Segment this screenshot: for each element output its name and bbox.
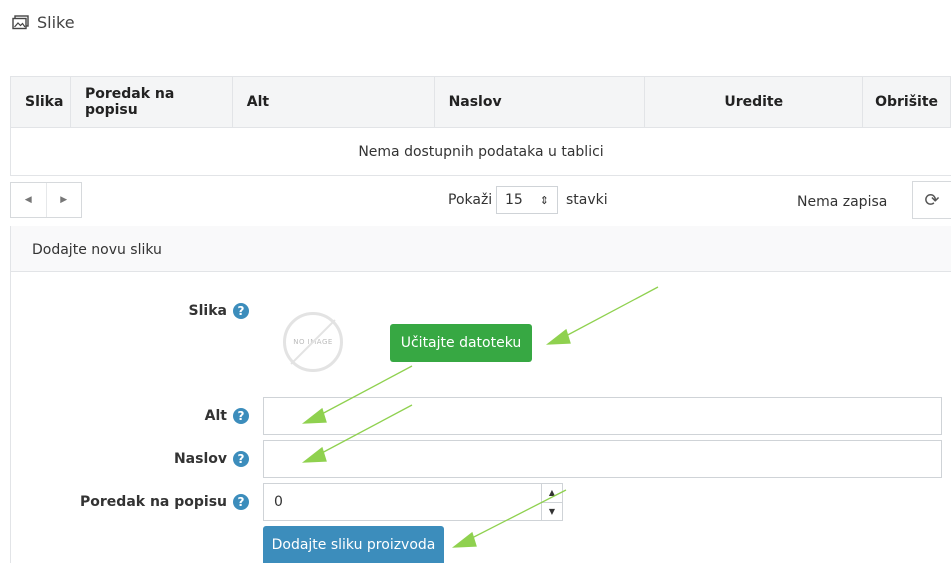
page-title: Slike <box>37 12 75 32</box>
add-product-image-button[interactable]: Dodajte sliku proizvoda <box>263 526 444 563</box>
column-header-naslov[interactable]: Naslov <box>435 77 646 127</box>
image-label: Slika ? <box>100 303 249 319</box>
order-label: Poredak na popisu ? <box>60 494 249 510</box>
order-label-text: Poredak na popisu <box>80 494 227 510</box>
column-header-slika[interactable]: Slika <box>11 77 71 127</box>
panel-title: Dodajte novu sliku <box>32 242 162 258</box>
caret-right-icon: ▶ <box>60 195 68 205</box>
page-size-value: 15 <box>505 192 523 208</box>
page-header: Slike <box>12 10 75 34</box>
help-icon[interactable]: ? <box>233 303 249 319</box>
page-size-label: Pokaži <box>448 192 493 208</box>
help-icon[interactable]: ? <box>233 408 249 424</box>
title-label-text: Naslov <box>173 451 227 467</box>
column-header-obrisite[interactable]: Obrišite <box>863 77 951 127</box>
column-header-poredak[interactable]: Poredak na popisu <box>71 77 233 127</box>
records-info: Nema zapisa <box>797 194 888 210</box>
next-page-button[interactable]: ▶ <box>45 183 82 217</box>
images-table: Slika Poredak na popisu Alt Naslov Uredi… <box>10 76 951 176</box>
title-label: Naslov ? <box>100 451 249 467</box>
alt-label-text: Alt <box>204 408 227 424</box>
caret-left-icon: ◀ <box>24 195 32 205</box>
refresh-button[interactable]: ⟳ <box>912 181 951 219</box>
help-icon[interactable]: ? <box>233 451 249 467</box>
page-size-suffix: stavki <box>566 192 608 208</box>
order-number-input[interactable]: 0 ▲ ▼ <box>263 483 563 521</box>
prev-page-button[interactable]: ◀ <box>11 183 46 217</box>
table-header: Slika Poredak na popisu Alt Naslov Uredi… <box>10 76 951 128</box>
spinner-up-icon[interactable]: ▲ <box>542 484 562 502</box>
column-header-uredite[interactable]: Uredite <box>645 77 864 127</box>
no-image-text: NO IMAGE <box>293 338 333 346</box>
updown-icon: ⇕ <box>539 193 549 207</box>
help-icon[interactable]: ? <box>233 494 249 510</box>
pagination: ◀ ▶ <box>10 182 82 218</box>
spinner-down-icon[interactable]: ▼ <box>542 501 562 521</box>
no-image-placeholder: NO IMAGE <box>283 312 343 372</box>
alt-label: Alt ? <box>100 408 249 424</box>
image-label-text: Slika <box>188 303 227 319</box>
upload-file-button[interactable]: Učitajte datoteku <box>390 324 532 362</box>
number-spinner[interactable]: ▲ ▼ <box>541 484 562 520</box>
table-empty-message: Nema dostupnih podataka u tablici <box>10 128 951 176</box>
page-size-select[interactable]: 15 ⇕ <box>496 186 558 214</box>
column-header-alt[interactable]: Alt <box>233 77 435 127</box>
order-value: 0 <box>274 494 283 510</box>
alt-input[interactable] <box>263 397 942 435</box>
images-icon <box>12 14 29 29</box>
title-input[interactable] <box>263 440 942 478</box>
refresh-icon: ⟳ <box>924 189 940 211</box>
